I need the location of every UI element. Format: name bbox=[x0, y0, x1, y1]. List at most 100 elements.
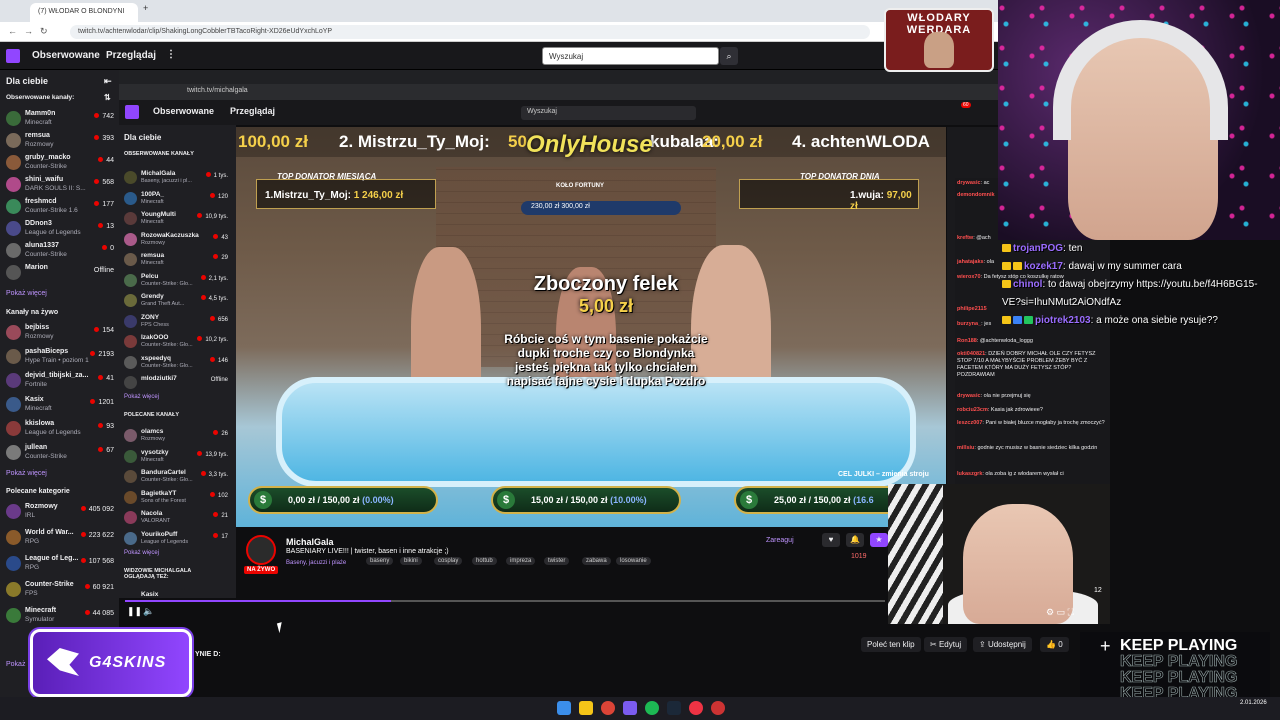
chrome-alt-icon[interactable] bbox=[689, 701, 703, 715]
channel-avatar bbox=[124, 212, 137, 225]
channel-row[interactable]: bejbiss Rozmowy 154 bbox=[6, 324, 114, 344]
spotify-icon[interactable] bbox=[645, 701, 659, 715]
channel-row[interactable]: olamcs Rozmowy 26 bbox=[124, 428, 232, 448]
channel-game: Minecraft bbox=[141, 198, 164, 205]
tag-chip[interactable]: losowanie bbox=[616, 557, 651, 565]
player-settings-icon[interactable]: ⚙ ▭ ⛶ bbox=[1046, 607, 1074, 618]
chrome-icon[interactable] bbox=[601, 701, 615, 715]
reload-icon[interactable]: ↻ bbox=[40, 26, 48, 37]
app-icon[interactable] bbox=[711, 701, 725, 715]
seek-bar[interactable] bbox=[125, 600, 885, 602]
channel-row[interactable]: ZONY FPS Chess 656 bbox=[124, 314, 232, 334]
inner-sidebar: Dla ciebie OBSERWOWANE KANAŁY MichalGala… bbox=[119, 125, 236, 627]
channel-row[interactable]: YoungMulti Minecraft 10,9 tys. bbox=[124, 211, 232, 231]
channel-row[interactable]: Kasix Minecraft 1201 bbox=[6, 396, 114, 416]
show-more-live[interactable]: Pokaż więcej bbox=[6, 470, 47, 477]
chat-text: : @ach bbox=[973, 235, 991, 241]
channel-name[interactable]: MichalGala bbox=[286, 537, 334, 547]
channel-row[interactable]: BagietkaYT Sons of the Forest 102 bbox=[124, 490, 232, 510]
tag-chip[interactable]: hottub bbox=[472, 557, 497, 565]
start-icon[interactable] bbox=[557, 701, 571, 715]
live-dot-icon bbox=[98, 447, 104, 452]
show-more-categories[interactable]: Pokaż bbox=[6, 661, 25, 668]
heart-icon[interactable]: ♥ bbox=[822, 533, 840, 547]
channel-row[interactable]: Pelcu Counter-Strike: Glo... 2,1 tys. bbox=[124, 273, 232, 293]
search-input[interactable]: Wyszukaj bbox=[542, 47, 719, 65]
new-tab-button[interactable]: + bbox=[143, 3, 148, 13]
show-more-followed[interactable]: Pokaż więcej bbox=[6, 290, 47, 297]
tag-chip[interactable]: impreza bbox=[506, 557, 536, 565]
channel-row[interactable]: DDnon3 League of Legends 13 bbox=[6, 220, 114, 240]
tag-chip[interactable]: zabawa bbox=[582, 557, 611, 565]
channel-row[interactable]: Mamm0n Minecraft 742 bbox=[6, 110, 114, 130]
channel-row[interactable]: Counter-Strike FPS 60 921 bbox=[6, 581, 114, 601]
tag-chip[interactable]: bikini bbox=[400, 557, 422, 565]
bell-icon[interactable]: 🔔 bbox=[846, 533, 864, 547]
channel-row[interactable]: kkislowa League of Legends 93 bbox=[6, 420, 114, 440]
channel-row[interactable]: aluna1337 Counter-Strike 0 bbox=[6, 242, 114, 262]
viewer-count: 13,9 tys. bbox=[197, 450, 228, 458]
subscribe-star-icon[interactable]: ★ bbox=[870, 533, 888, 547]
channel-row[interactable]: remsua Minecraft 29 bbox=[124, 252, 232, 272]
tag-chip[interactable]: baseny bbox=[366, 557, 394, 565]
sort-icon[interactable]: ⇅ bbox=[104, 93, 111, 102]
channel-game: Counter-Strike: Glo... bbox=[141, 342, 193, 348]
stream-video[interactable]: 100,00 zł 2. Mistrzu_Ty_Moj: 50 kubalaa:… bbox=[236, 127, 946, 527]
react-button[interactable]: Zareaguj bbox=[766, 537, 794, 544]
channel-row[interactable]: League of Leg... RPG 107 568 bbox=[6, 555, 114, 575]
collapse-sidebar-icon[interactable]: ⇤ bbox=[104, 76, 112, 87]
channel-row[interactable]: IzakOOO Counter-Strike: Glo... 10,2 tys. bbox=[124, 334, 232, 354]
share-button[interactable]: ⇪ Udostępnij bbox=[973, 637, 1032, 652]
channel-name: BanduraCartel bbox=[141, 469, 186, 476]
channel-avatar bbox=[124, 171, 137, 184]
tag-chip[interactable]: twister bbox=[544, 557, 570, 565]
twitch-logo-icon[interactable] bbox=[6, 49, 20, 63]
nav-browse[interactable]: Przeglądaj bbox=[106, 50, 156, 61]
channel-row[interactable]: vysotzky Minecraft 13,9 tys. bbox=[124, 449, 232, 469]
channel-row[interactable]: Nacola VALORANT 21 bbox=[124, 510, 232, 530]
channel-row[interactable]: RozowaKaczuszka Rozmowy 43 bbox=[124, 232, 232, 252]
channel-row[interactable]: xspeedyq Counter-Strike: Glo... 146 bbox=[124, 355, 232, 375]
edit-button[interactable]: ✂ Edytuj bbox=[924, 637, 968, 652]
channel-row[interactable]: mlodziutki7 Offline bbox=[124, 375, 232, 395]
channel-row[interactable]: gruby_macko Counter-Strike 44 bbox=[6, 154, 114, 174]
stream-category[interactable]: Baseny, jacuzzi i plaże bbox=[286, 560, 346, 566]
channel-row[interactable]: Grendy Grand Theft Aut... 4,5 tys. bbox=[124, 293, 232, 313]
viewer-count-text: 120 bbox=[217, 193, 228, 200]
channel-row[interactable]: Rozmowy IRL 405 092 bbox=[6, 503, 114, 523]
pause-icon[interactable]: ❚❚ bbox=[127, 606, 142, 617]
channel-row[interactable]: BanduraCartel Counter-Strike: Glo... 3,3 t… bbox=[124, 469, 232, 489]
steam-icon[interactable] bbox=[667, 701, 681, 715]
channel-row[interactable]: Marion Offline bbox=[6, 264, 114, 284]
plus-icon: + bbox=[1100, 636, 1111, 656]
explorer-icon[interactable] bbox=[579, 701, 593, 715]
goal-pct: (0.00%) bbox=[362, 495, 394, 505]
channel-row[interactable]: YourikoPuff League of Legends 17 bbox=[124, 531, 232, 551]
discord-icon[interactable] bbox=[623, 701, 637, 715]
channel-row[interactable]: MichalGala Baseny, jacuzzi i pl... 1 tys. bbox=[124, 170, 232, 190]
like-button[interactable]: 👍 0 bbox=[1040, 637, 1069, 652]
channel-row[interactable]: remsua Rozmowy 393 bbox=[6, 132, 114, 152]
more-icon[interactable]: ⋮ bbox=[166, 49, 176, 60]
recommend-clip-button[interactable]: Poleć ten klip bbox=[861, 637, 921, 652]
channel-row[interactable]: dejvid_tibijski_za... Fortnite 41 bbox=[6, 372, 114, 392]
forward-icon[interactable]: → bbox=[24, 26, 33, 36]
url-field[interactable]: twitch.tv/achtenwlodar/clip/ShakingLongC… bbox=[70, 25, 870, 39]
channel-avatar[interactable] bbox=[246, 535, 276, 565]
search-icon[interactable]: ⌕ bbox=[720, 47, 738, 65]
live-dot-icon bbox=[94, 201, 100, 206]
nav-following[interactable]: Obserwowane bbox=[32, 50, 100, 61]
viewer-count: 29 bbox=[213, 254, 228, 261]
channel-row[interactable]: pashaBiceps Hype Train • poziom 1 2193 bbox=[6, 348, 114, 368]
tag-chip[interactable]: cosplay bbox=[434, 557, 463, 565]
back-icon[interactable]: ← bbox=[8, 26, 17, 36]
channel-row[interactable]: Minecraft Symulator 44 085 bbox=[6, 607, 114, 627]
channel-row[interactable]: freshmcd Counter-Strike 1.6 177 bbox=[6, 198, 114, 218]
channel-row[interactable]: World of War... RPG 223 622 bbox=[6, 529, 114, 549]
browser-tab[interactable]: (7) WŁODAR O BLONDYNI bbox=[30, 3, 138, 22]
volume-icon[interactable]: 🔈 bbox=[143, 606, 154, 617]
channel-row[interactable]: shini_waifu DARK SOULS II: S... 568 bbox=[6, 176, 114, 196]
channel-row[interactable]: 100PA_ Minecraft 120 bbox=[124, 191, 232, 211]
channel-row[interactable]: jullean Counter-Strike 67 bbox=[6, 444, 114, 464]
ticker-item: 2. Mistrzu_Ty_Moj: bbox=[339, 132, 490, 151]
